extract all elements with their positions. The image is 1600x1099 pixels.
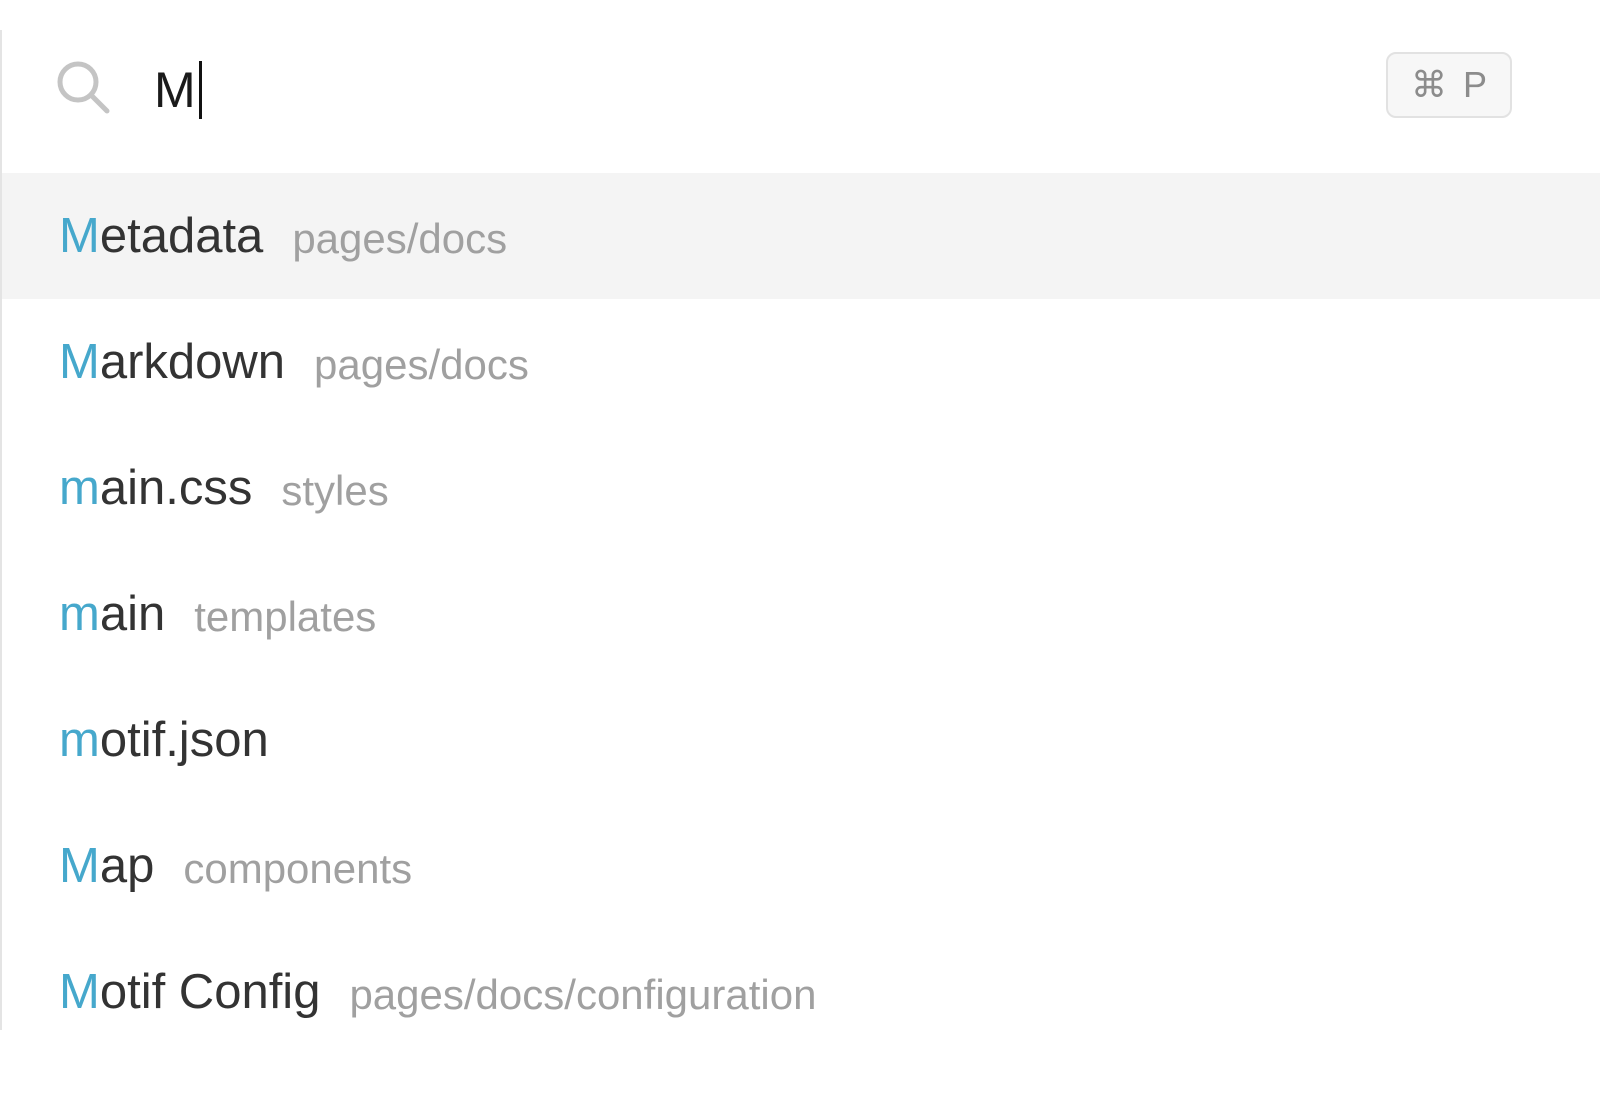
search-input[interactable]: M	[154, 50, 202, 130]
result-item[interactable]: Metadata pages/docs	[2, 173, 1600, 299]
result-name: Map	[59, 838, 154, 894]
result-item[interactable]: main templates	[2, 551, 1600, 677]
result-match-highlight: M	[59, 839, 100, 893]
result-name-rest: ain	[99, 587, 166, 641]
result-match-highlight: M	[59, 209, 100, 263]
result-name: motif.json	[59, 712, 269, 768]
command-palette: M ⌘ P Metadata pages/docs Markdown pages…	[0, 30, 1600, 1030]
result-name-rest: ap	[99, 839, 155, 893]
result-item[interactable]: motif.json	[2, 677, 1600, 803]
search-query-text: M	[154, 62, 197, 118]
result-name-rest: otif Config	[99, 965, 321, 1019]
result-match-highlight: m	[59, 587, 100, 641]
result-path: pages/docs/configuration	[349, 971, 817, 1018]
text-caret	[198, 61, 202, 119]
shortcut-key-label: P	[1462, 64, 1487, 105]
result-path: pages/docs	[292, 215, 508, 262]
result-name-rest: etadata	[99, 209, 264, 263]
search-icon	[54, 58, 114, 118]
result-match-highlight: M	[59, 965, 100, 1019]
result-name: Metadata	[59, 208, 263, 264]
result-path: pages/docs	[314, 341, 529, 388]
result-match-highlight: M	[59, 335, 100, 389]
result-name: main.css	[59, 460, 252, 516]
result-name: Markdown	[59, 334, 285, 390]
result-item[interactable]: Motif Config pages/docs/configuration	[2, 929, 1600, 1055]
search-bar: M ⌘ P	[2, 30, 1600, 173]
result-item[interactable]: main.css styles	[2, 425, 1600, 551]
result-match-highlight: m	[59, 713, 100, 767]
result-path: styles	[281, 467, 389, 514]
result-name-rest: otif.json	[99, 713, 269, 767]
result-name-rest: arkdown	[99, 335, 286, 389]
command-key-icon: ⌘	[1410, 64, 1447, 105]
results-list: Metadata pages/docs Markdown pages/docs …	[2, 173, 1600, 1055]
result-path: templates	[194, 593, 377, 640]
result-match-highlight: m	[59, 461, 100, 515]
result-item[interactable]: Map components	[2, 803, 1600, 929]
result-name: Motif Config	[59, 964, 320, 1020]
keyboard-shortcut-badge: ⌘ P	[1386, 52, 1512, 118]
result-path: components	[183, 845, 413, 892]
result-item[interactable]: Markdown pages/docs	[2, 299, 1600, 425]
result-name-rest: ain.css	[99, 461, 253, 515]
result-name: main	[59, 586, 165, 642]
